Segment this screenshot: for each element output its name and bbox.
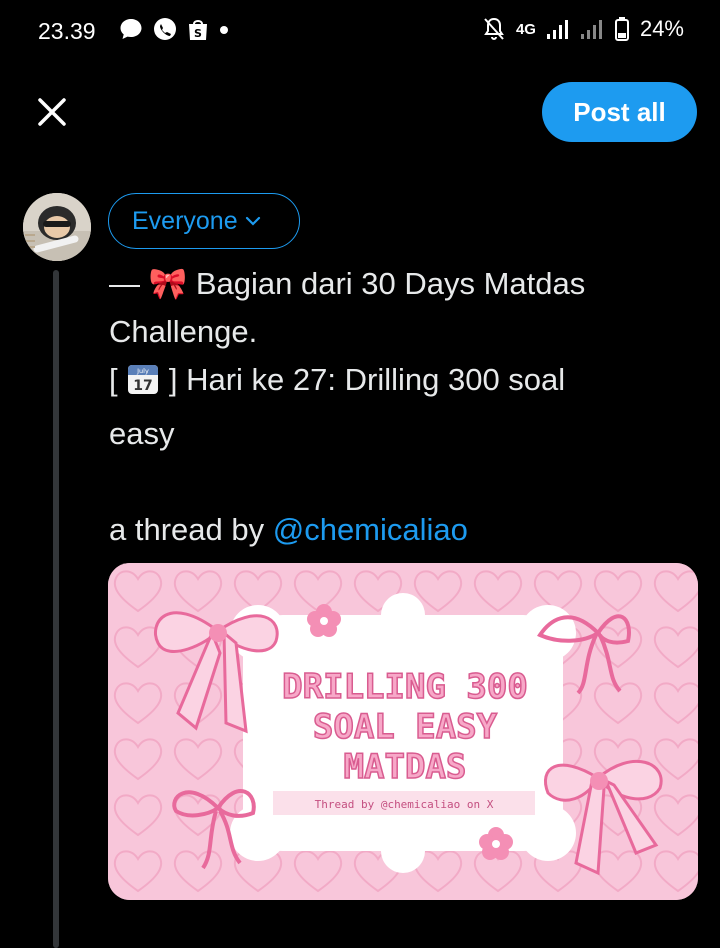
media-caption: Thread by @chemicaliao on X <box>315 798 494 811</box>
whatsapp-icon <box>154 18 176 40</box>
dot-icon <box>220 26 228 34</box>
post-text-area[interactable]: — 🎀 Bagian dari 30 Days Matdas Challenge… <box>109 260 689 554</box>
battery-level: 24% <box>639 16 684 41</box>
audience-label: Everyone <box>132 206 238 235</box>
attached-image[interactable]: DRILLING 300 SOAL EASY MATDAS Thread by … <box>108 563 698 900</box>
text-line: easy <box>109 416 175 451</box>
chevron-down-icon <box>245 216 260 226</box>
calendar-icon: July 17 <box>126 362 160 410</box>
shopee-icon: S <box>189 20 207 40</box>
post-all-button[interactable]: Post all <box>542 82 697 142</box>
status-bar: 23.39 S 4G 24% <box>0 0 720 64</box>
mention-link[interactable]: @chemicaliao <box>273 512 468 547</box>
media-title-line1: DRILLING 300 <box>282 667 528 707</box>
battery-icon <box>614 17 629 41</box>
notification-icons: S <box>118 16 230 42</box>
close-button[interactable] <box>32 92 72 132</box>
text-line: — 🎀 Bagian dari 30 Days Matdas <box>109 266 586 301</box>
close-icon <box>38 98 66 126</box>
text-line: [ July 17 ] Hari ke 27: Drilling 300 soa… <box>109 356 689 410</box>
mute-icon <box>484 17 504 40</box>
status-right: 4G 24% <box>482 16 684 42</box>
svg-text:S: S <box>194 27 202 40</box>
avatar[interactable] <box>23 193 91 261</box>
media-title-line3: MATDAS <box>344 747 467 787</box>
signal-weak-icon <box>580 20 602 39</box>
thread-line <box>53 270 59 948</box>
signal-icon <box>546 20 568 39</box>
network-label: 4G <box>515 20 536 38</box>
text-line: a thread by @chemicaliao <box>109 512 468 547</box>
text-line-blank <box>109 458 689 506</box>
media-title-line2: SOAL EASY <box>313 707 498 747</box>
chat-icon <box>120 19 142 39</box>
status-time: 23.39 <box>38 18 96 44</box>
text-line: Challenge. <box>109 314 258 349</box>
audience-selector[interactable]: Everyone <box>108 193 300 249</box>
svg-text:17: 17 <box>134 378 153 394</box>
svg-text:July: July <box>136 367 149 375</box>
